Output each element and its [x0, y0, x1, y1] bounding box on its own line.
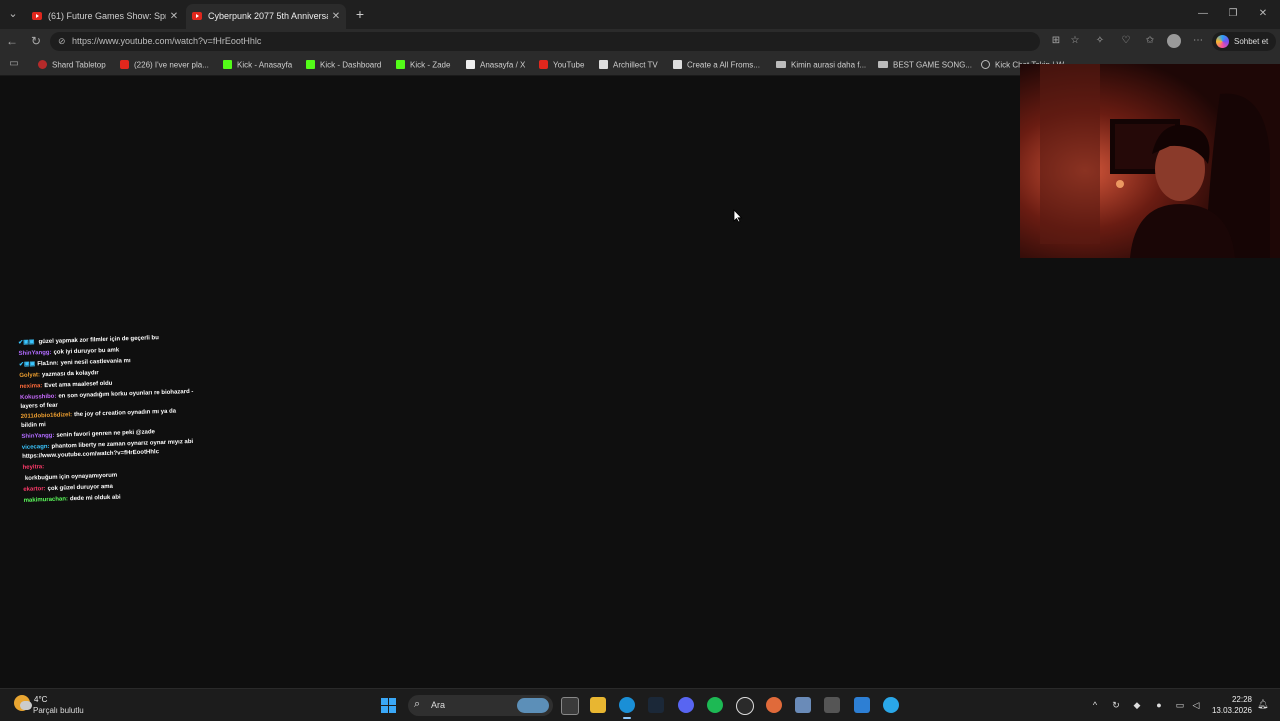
tab-cyberpunk[interactable]: Cyberpunk 2077 5th Anniversary S ✕	[186, 4, 346, 29]
bookmark-shard-tabletop[interactable]: Shard Tabletop	[38, 54, 106, 75]
navigation-bar: ← ↻ ⊘ https://www.youtube.com/watch?v=fH…	[0, 29, 1280, 54]
bookmark-best-game-song[interactable]: BEST GAME SONG...	[878, 54, 972, 75]
notification-bell-icon[interactable]: 🔔︎	[1257, 699, 1268, 711]
search-icon: ⌕	[414, 698, 421, 710]
kick-icon	[223, 60, 232, 70]
tray-sync-icon[interactable]: ↻	[1110, 699, 1122, 711]
profile-avatar[interactable]	[1167, 34, 1181, 48]
archillect-icon	[599, 60, 608, 70]
tray-app-icon[interactable]: ◆	[1131, 699, 1143, 711]
bookmark-kick-zade[interactable]: Kick - Zade	[396, 54, 450, 75]
bookmark-youtube[interactable]: YouTube	[539, 54, 584, 75]
bookmark-x-anasayfa[interactable]: Anasayfa / X	[466, 54, 525, 75]
weather-temperature[interactable]: 4°C	[34, 695, 47, 704]
sidebar-toggle-icon[interactable]: ▭	[6, 56, 22, 72]
task-view-icon[interactable]	[561, 697, 579, 715]
discord-icon[interactable]	[678, 697, 694, 713]
close-window-button[interactable]: ✕	[1255, 6, 1271, 22]
copilot-label: Sohbet et	[1234, 37, 1269, 46]
youtube-icon	[192, 12, 202, 20]
bookmark-archillect-tv[interactable]: Archillect TV	[599, 54, 658, 75]
kick-icon	[396, 60, 405, 70]
close-tab-icon[interactable]: ✕	[330, 4, 342, 29]
weather-condition[interactable]: Parçalı bulutlu	[33, 706, 84, 715]
edge-browser-icon[interactable]	[619, 697, 635, 719]
tab-future-games-show[interactable]: (61) Future Games Show: Spring Sh ✕	[26, 4, 184, 29]
kick-icon	[306, 60, 315, 70]
bookmark-kick-dashboard[interactable]: Kick - Dashboard	[306, 54, 381, 75]
bookmark-kick-anasayfa[interactable]: Kick - Anasayfa	[223, 54, 292, 75]
copilot-chat-button[interactable]: Sohbet et	[1212, 32, 1276, 51]
tab-title: Cyberpunk 2077 5th Anniversary S	[208, 11, 328, 21]
copilot-icon	[1216, 35, 1229, 48]
search-highlight-image	[517, 698, 549, 713]
app-blue-icon[interactable]	[883, 697, 899, 713]
steam-icon[interactable]	[648, 697, 664, 713]
app-available-icon[interactable]: ⊞	[1048, 33, 1064, 49]
app-beast-icon[interactable]	[824, 697, 840, 713]
browser-essentials-icon[interactable]: ♡	[1118, 33, 1134, 49]
lock-icon: ⊘	[58, 36, 66, 46]
taskbar-search-box[interactable]: ⌕ Ara	[408, 695, 553, 716]
webcam-overlay	[1020, 64, 1280, 258]
network-icon[interactable]: ▭	[1174, 699, 1186, 711]
search-placeholder: Ara	[431, 700, 446, 710]
youtube-icon	[32, 12, 42, 20]
more-menu-icon[interactable]: ⋯	[1190, 33, 1206, 49]
windows-taskbar: 4°C Parçalı bulutlu ⌕ Ara ^ ↻ ◆ ● ▭ ◁ 22…	[0, 688, 1280, 721]
tab-bar: ⌄ (61) Future Games Show: Spring Sh ✕ Cy…	[0, 0, 1280, 29]
weather-icon[interactable]	[14, 695, 32, 711]
bookmark-kimin-aurasi[interactable]: Kimin aurasi daha f...	[776, 54, 866, 75]
extensions-icon[interactable]: ✧	[1092, 33, 1108, 49]
youtube-icon	[120, 60, 129, 70]
new-tab-plus-icon[interactable]: +	[352, 6, 368, 22]
tab-title: (61) Future Games Show: Spring Sh	[48, 11, 166, 21]
address-bar[interactable]: ⊘ https://www.youtube.com/watch?v=fHrEoo…	[50, 32, 1040, 51]
webcam-image	[1020, 64, 1280, 258]
unreal-engine-icon[interactable]	[736, 697, 754, 715]
youtube-icon	[539, 60, 548, 70]
url-text[interactable]: https://www.youtube.com/watch?v=fHrEootH…	[72, 32, 261, 51]
spotify-icon[interactable]	[707, 697, 723, 713]
favorite-star-icon[interactable]: ☆	[1067, 33, 1083, 49]
app-starburst-icon[interactable]	[766, 697, 782, 713]
favorites-icon[interactable]: ✩	[1142, 33, 1158, 49]
tab-list-chevron-icon[interactable]: ⌄	[4, 5, 22, 23]
thumbnail-icon	[878, 61, 888, 69]
shard-tabletop-icon	[38, 60, 47, 70]
clock-time[interactable]: 22:28	[1222, 695, 1252, 704]
windows-start-icon[interactable]	[381, 698, 396, 713]
restore-button[interactable]: ❐	[1225, 6, 1241, 22]
volume-icon[interactable]: ◁	[1190, 699, 1202, 711]
tray-chevron-up-icon[interactable]: ^	[1089, 699, 1101, 711]
clock-date[interactable]: 13.03.2026	[1206, 706, 1252, 715]
x-icon	[466, 60, 475, 70]
minimize-button[interactable]: —	[1195, 6, 1211, 22]
globe-icon	[981, 60, 990, 70]
mouse-cursor-icon	[733, 209, 743, 223]
bookmark-youtube-video[interactable]: (226) I've never pla...	[120, 54, 209, 75]
stream-chat-overlay: ✔▣▣ güzel yapmak zor filmler için de geçe…	[18, 331, 215, 538]
vscode-icon[interactable]	[854, 697, 870, 713]
refresh-icon[interactable]: ↻	[28, 33, 44, 49]
create-icon	[673, 60, 682, 70]
app-gear-icon[interactable]	[795, 697, 811, 713]
close-tab-icon[interactable]: ✕	[168, 4, 180, 29]
microphone-icon[interactable]: ●	[1153, 699, 1165, 711]
file-explorer-icon[interactable]	[590, 697, 606, 713]
thumbnail-icon	[776, 61, 786, 69]
back-arrow-icon[interactable]: ←	[4, 33, 20, 49]
bookmark-create-all-froms[interactable]: Create a All Froms...	[673, 54, 760, 75]
